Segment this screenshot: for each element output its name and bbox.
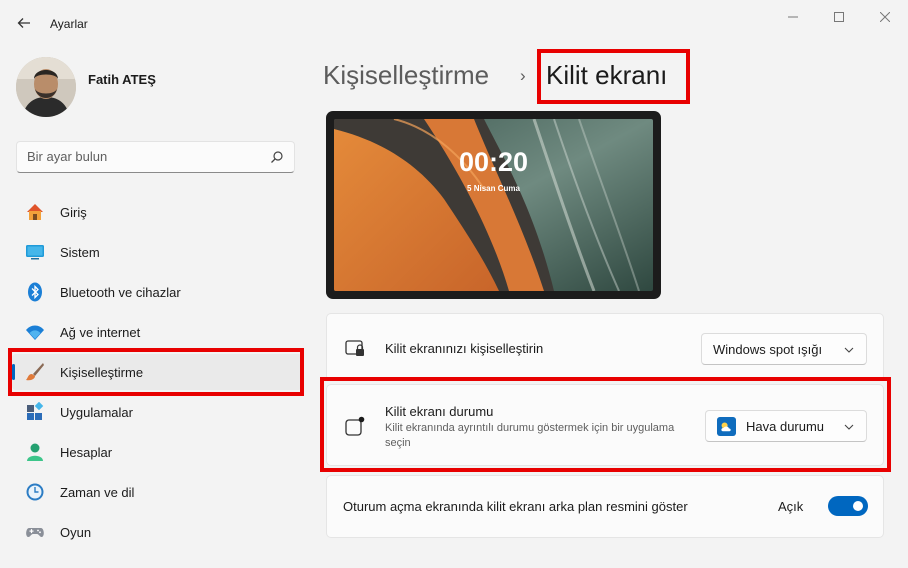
setting-subtitle: Kilit ekranında ayrıntılı durumu gösterm… [385, 422, 675, 449]
sidebar-item-label: Zaman ve dil [60, 485, 135, 500]
sidebar-item-apps[interactable]: Uygulamalar [12, 394, 302, 430]
dropdown-value: Hava durumu [746, 419, 825, 434]
wifi-icon [26, 325, 44, 340]
breadcrumb-parent[interactable]: Kişiselleştirme [323, 60, 489, 91]
sidebar-item-time-language[interactable]: Zaman ve dil [12, 474, 302, 510]
sidebar-item-system[interactable]: Sistem [12, 234, 302, 270]
lock-screen-background-dropdown[interactable]: Windows spot ışığı [701, 333, 867, 365]
bluetooth-icon [28, 282, 42, 302]
chevron-down-icon [844, 424, 854, 430]
close-icon [880, 12, 890, 22]
toggle-state-label: Açık [778, 499, 804, 514]
sidebar-item-label: Ağ ve internet [60, 325, 141, 340]
sidebar-item-label: Uygulamalar [60, 405, 133, 420]
toggle-knob [853, 501, 863, 511]
sidebar-nav: Giriş Sistem Bluetooth ve cihazlar Ağ ve… [12, 194, 302, 554]
page-title: Kilit ekranı [546, 60, 668, 90]
setting-title: Oturum açma ekranında kilit ekranı arka … [343, 499, 688, 514]
lock-screen-preview: 00:20 5 Nisan Cuma [326, 111, 661, 299]
chevron-down-icon [844, 347, 854, 353]
search-input[interactable] [27, 149, 257, 164]
setting-title: Kilit ekranı durumu [385, 404, 494, 419]
lock-screen-icon [345, 340, 364, 356]
title-bar: Ayarlar [0, 0, 908, 46]
sidebar-item-label: Bluetooth ve cihazlar [60, 285, 181, 300]
setting-personalize-lock-screen: Kilit ekranınızı kişiselleştirin Windows… [326, 313, 884, 381]
sidebar-item-label: Oyun [60, 525, 92, 540]
setting-signin-background: Oturum açma ekranında kilit ekranı arka … [326, 475, 884, 538]
preview-time: 00:20 [458, 147, 529, 177]
dropdown-value: Windows spot ışığı [713, 342, 823, 357]
preview-screen: 00:20 5 Nisan Cuma [334, 119, 653, 291]
sidebar-item-label: Hesaplar [60, 445, 113, 460]
search-box[interactable] [16, 141, 295, 173]
minimize-icon [788, 16, 798, 18]
home-icon [27, 204, 43, 220]
breadcrumb-separator: › [520, 66, 526, 85]
sidebar-item-bluetooth[interactable]: Bluetooth ve cihazlar [12, 274, 302, 310]
close-button[interactable] [862, 6, 908, 28]
setting-title: Kilit ekranınızı kişiselleştirin [385, 341, 544, 356]
sidebar-item-personalization[interactable]: Kişiselleştirme [12, 354, 302, 390]
search-icon[interactable] [270, 150, 284, 164]
preview-date: 5 Nisan Cuma [467, 184, 520, 193]
weather-app-icon [717, 417, 736, 436]
clock-globe-icon [26, 483, 44, 501]
status-notification-icon [345, 416, 365, 436]
sidebar-item-network[interactable]: Ağ ve internet [12, 314, 302, 350]
maximize-icon [834, 12, 844, 22]
sidebar-item-label: Kişiselleştirme [60, 365, 144, 380]
wallpaper-image [334, 119, 653, 291]
setting-lock-screen-status: Kilit ekranı durumu Kilit ekranında ayrı… [326, 384, 884, 466]
sidebar-item-accounts[interactable]: Hesaplar [12, 434, 302, 470]
brush-icon [26, 363, 44, 381]
user-name: Fatih ATEŞ [88, 72, 156, 87]
signin-background-toggle[interactable] [828, 496, 868, 516]
gamepad-icon [26, 528, 44, 538]
back-arrow-icon [17, 18, 30, 28]
sidebar-item-gaming[interactable]: Oyun [12, 514, 302, 550]
sidebar-item-label: Sistem [60, 245, 100, 260]
back-button[interactable] [12, 11, 36, 35]
lock-screen-status-dropdown[interactable]: Hava durumu [705, 410, 867, 442]
maximize-button[interactable] [816, 6, 862, 28]
app-title: Ayarlar [50, 17, 88, 31]
avatar[interactable] [16, 57, 76, 117]
apps-icon [27, 402, 44, 420]
sidebar-item-home[interactable]: Giriş [12, 194, 302, 230]
person-icon [27, 443, 43, 461]
minimize-button[interactable] [770, 6, 816, 28]
monitor-icon [26, 245, 44, 260]
sidebar-item-label: Giriş [60, 205, 87, 220]
